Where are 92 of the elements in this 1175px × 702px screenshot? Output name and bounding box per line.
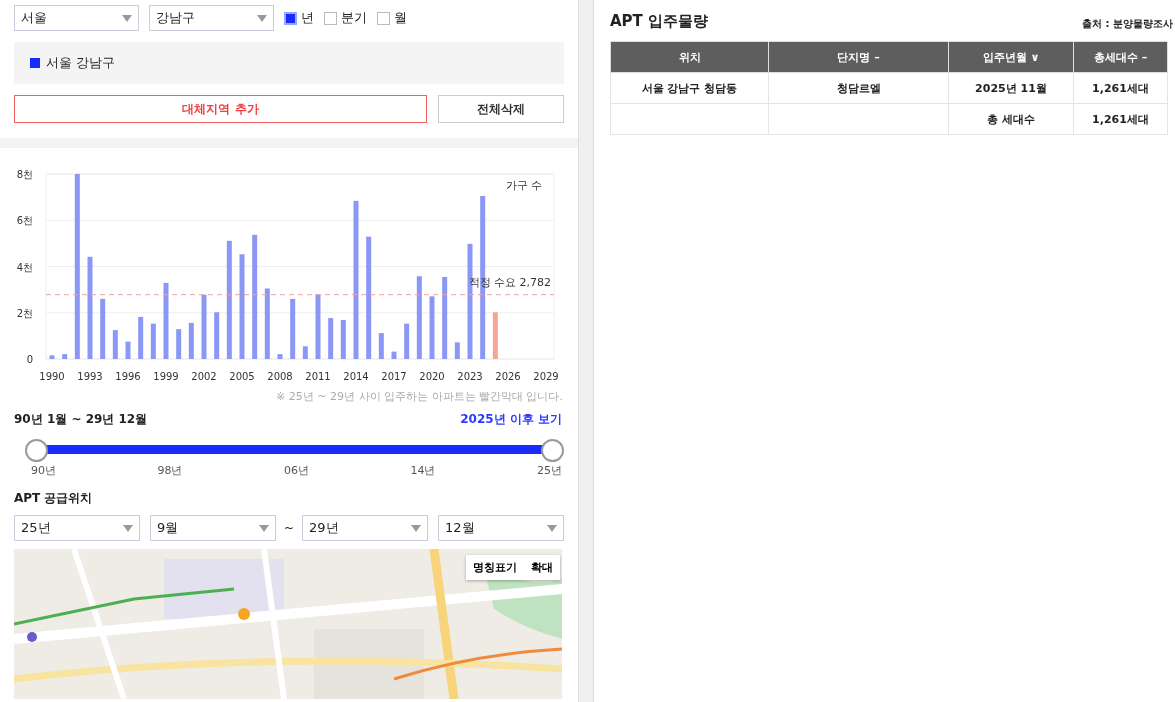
axis-label: 0 bbox=[26, 354, 33, 365]
bar bbox=[264, 288, 270, 359]
district-select[interactable]: 강남구 bbox=[149, 5, 274, 31]
region-label: 서울 강남구 bbox=[46, 54, 116, 72]
caret-icon bbox=[122, 14, 132, 22]
chart-note: ※ 25년 ~ 29년 사이 입주하는 아파트는 빨간막대 입니다. bbox=[275, 389, 564, 404]
bar bbox=[492, 312, 498, 359]
slider-tick: 14년 bbox=[410, 463, 436, 478]
bar bbox=[201, 294, 207, 359]
axis-label: 4천 bbox=[16, 261, 33, 273]
clear-all-button[interactable]: 전체삭제 bbox=[438, 95, 564, 123]
bar bbox=[214, 312, 220, 359]
column-header[interactable]: 위치 bbox=[610, 41, 769, 73]
column-header[interactable]: 입주년월 ∨ bbox=[948, 41, 1074, 73]
table-cell: 청담르엘 bbox=[768, 72, 949, 104]
bar bbox=[404, 323, 410, 359]
column-header[interactable]: 총세대수 – bbox=[1073, 41, 1168, 73]
month-select[interactable]: 12월 bbox=[438, 515, 565, 541]
checkbox-label: 년 bbox=[301, 9, 314, 27]
bar bbox=[429, 296, 435, 359]
map-button[interactable]: 확대 bbox=[524, 555, 560, 580]
slider-tick: 90년 bbox=[31, 463, 56, 478]
bar bbox=[340, 319, 346, 359]
axis-label: 2029 bbox=[533, 371, 559, 382]
bar bbox=[454, 342, 460, 359]
checkbox[interactable] bbox=[284, 11, 297, 25]
city-select[interactable]: 서울 bbox=[14, 5, 139, 31]
column-header[interactable]: 단지명 – bbox=[768, 41, 949, 73]
bar bbox=[328, 318, 334, 359]
axis-label: 1999 bbox=[153, 371, 179, 382]
bar bbox=[62, 354, 68, 359]
bar bbox=[125, 341, 131, 359]
table-cell: 2025년 11월 bbox=[948, 72, 1074, 104]
map-button[interactable]: 명칭표기 bbox=[466, 555, 524, 580]
total-label: 총 세대수 bbox=[948, 103, 1074, 135]
axis-label: 2026 bbox=[495, 371, 521, 382]
axis-label: 2천 bbox=[16, 307, 33, 319]
bar bbox=[315, 294, 321, 359]
bar bbox=[112, 330, 118, 359]
bar bbox=[150, 323, 156, 359]
section-title: APT 공급위치 bbox=[14, 490, 94, 507]
caret-icon bbox=[547, 524, 558, 532]
axis-label: 2011 bbox=[305, 371, 331, 382]
checkbox[interactable] bbox=[377, 11, 390, 25]
table-cell: 서울 강남구 청담동 bbox=[610, 72, 769, 104]
bar bbox=[391, 351, 397, 359]
slider-tick: 25년 bbox=[537, 463, 562, 478]
bar bbox=[176, 329, 182, 359]
checkbox-label: 월 bbox=[394, 9, 407, 27]
axis-label: 1993 bbox=[77, 371, 103, 382]
source-label: 출처 : 분양물량조사 bbox=[1082, 17, 1173, 31]
caret-icon bbox=[411, 524, 422, 532]
month-select[interactable]: 9월 bbox=[150, 515, 276, 541]
axis-label: 8천 bbox=[16, 169, 33, 180]
checkbox-label: 분기 bbox=[341, 9, 367, 27]
table-title: APT 입주물량 bbox=[610, 12, 709, 31]
bar bbox=[290, 298, 296, 359]
slider-tick: 06년 bbox=[284, 463, 309, 478]
slider-handle[interactable] bbox=[25, 438, 48, 462]
axis-label: 6천 bbox=[16, 215, 33, 227]
axis-label: 2008 bbox=[267, 371, 293, 382]
axis-label: 2014 bbox=[343, 371, 369, 382]
total-value: 1,261세대 bbox=[1073, 103, 1168, 135]
axis-label: 1990 bbox=[39, 371, 65, 382]
checkbox[interactable] bbox=[324, 11, 337, 25]
axis-label: 2002 bbox=[191, 371, 217, 382]
axis-label: 2017 bbox=[381, 371, 407, 382]
bar bbox=[277, 354, 283, 359]
bar bbox=[302, 346, 308, 359]
axis-title: 가구 수 bbox=[505, 179, 542, 192]
bar bbox=[378, 333, 384, 359]
bar bbox=[188, 322, 194, 359]
axis-label: 2020 bbox=[419, 371, 445, 382]
range-separator: ~ bbox=[284, 521, 295, 535]
range-slider[interactable] bbox=[25, 437, 563, 461]
caret-icon bbox=[257, 14, 267, 22]
after-2025-link[interactable]: 2025년 이후 보기 bbox=[460, 411, 562, 428]
axis-label: 1996 bbox=[115, 371, 141, 382]
range-title: 90년 1월 ~ 29년 12월 bbox=[14, 411, 148, 428]
bar bbox=[138, 316, 144, 359]
caret-icon bbox=[123, 524, 133, 532]
axis-label: 2005 bbox=[229, 371, 255, 382]
slider-handle[interactable] bbox=[541, 438, 564, 462]
bar bbox=[49, 355, 55, 359]
table-cell: 1,261세대 bbox=[1073, 72, 1168, 104]
caret-icon bbox=[259, 524, 269, 532]
axis-label: 2023 bbox=[457, 371, 483, 382]
add-region-button[interactable]: 대체지역 추가 bbox=[14, 95, 427, 123]
bar bbox=[100, 298, 106, 359]
year-select[interactable]: 25년 bbox=[14, 515, 140, 541]
slider-tick: 98년 bbox=[157, 463, 183, 478]
year-select[interactable]: 29년 bbox=[302, 515, 429, 541]
